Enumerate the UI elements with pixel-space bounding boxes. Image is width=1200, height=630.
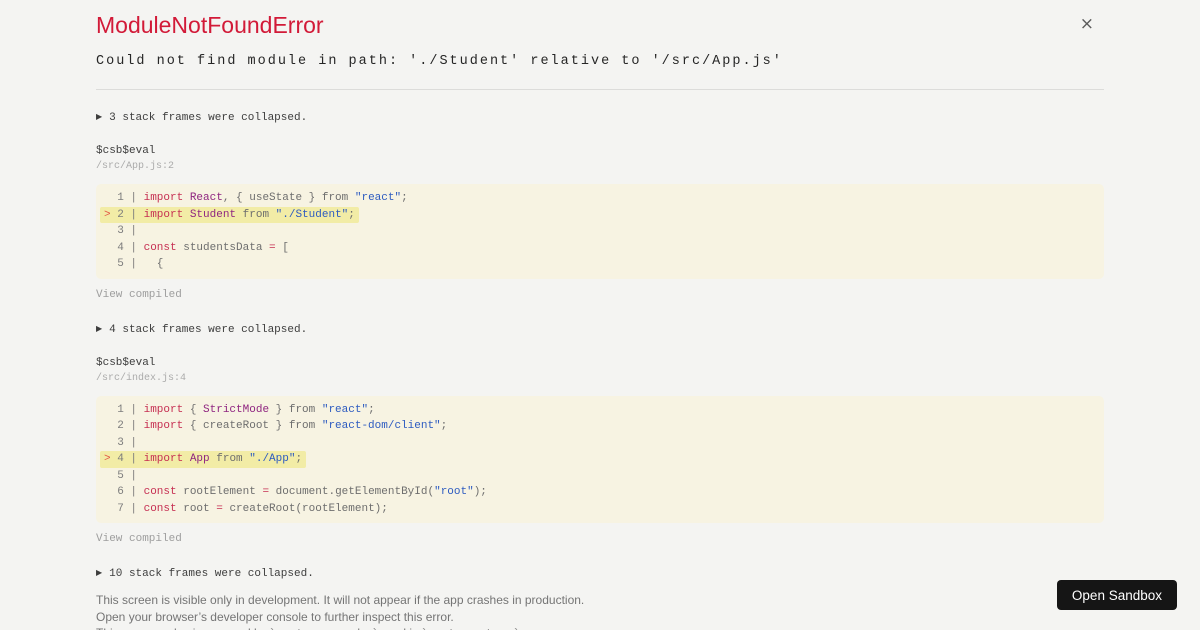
frame-location: /src/index.js:4 [96,372,187,384]
footer-note-development: This screen is visible only in developme… [96,593,585,607]
code-line-text: 4 | const studentsData = [ [104,241,289,254]
footer-note-overlay: This error overlay is powered by `react-… [96,625,996,630]
collapsed-frames-label: 3 stack frames were collapsed. [109,112,308,124]
code-line: 1 | import { StrictMode } from "react"; [104,402,1096,419]
frame-function: $csb$eval [96,356,156,369]
divider [96,89,1104,90]
error-message: Could not find module in path: './Studen… [96,54,783,69]
code-line: > 2 | import Student from "./Student"; [100,206,1096,223]
code-line-text: 3 | [104,436,138,449]
code-line: > 4 | import App from "./App"; [100,451,1096,468]
error-overlay: ModuleNotFoundError × Could not find mod… [0,0,1200,630]
collapsed-frames-toggle-1[interactable]: ▶ 3 stack frames were collapsed. [96,110,1104,125]
stack-frame-1: $csb$eval /src/App.js:2 1 | import React… [96,144,1104,302]
collapsed-frames-toggle-2[interactable]: ▶ 4 stack frames were collapsed. [96,322,1104,337]
code-frame: 1 | import { StrictMode } from "react"; … [96,395,1104,523]
code-line: 2 | import { createRoot } from "react-do… [104,418,1096,435]
expand-arrow-icon: ▶ [96,112,103,121]
close-button[interactable]: × [1080,16,1094,33]
code-line-text: 1 | import React, { useState } from "rea… [104,192,408,204]
frame-location: /src/App.js:2 [96,161,175,172]
code-line: 7 | const root = createRoot(rootElement)… [104,501,1096,518]
code-line: 4 | const studentsData = [ [104,240,1096,257]
collapsed-frames-label: 4 stack frames were collapsed. [109,323,308,336]
page-title: ModuleNotFoundError [96,12,324,38]
close-icon: × [1079,14,1094,34]
code-line: 5 | [104,468,1096,485]
code-line-text: 5 | { [104,258,164,270]
code-line: 1 | import React, { useState } from "rea… [104,190,1096,207]
expand-arrow-icon: ▶ [96,323,103,333]
frame-function: $csb$eval [96,145,156,157]
code-line-highlight: > 2 | import Student from "./Student"; [100,206,359,223]
code-line-text: 7 | const root = createRoot(rootElement)… [104,502,388,515]
view-compiled-link-1[interactable]: View compiled [96,288,182,302]
code-line-highlight: > 4 | import App from "./App"; [100,451,307,468]
code-line: 5 | { [104,256,1096,273]
code-line-text: 6 | const rootElement = document.getElem… [104,486,487,498]
code-frame: 1 | import React, { useState } from "rea… [96,184,1104,279]
footer-note-console: Open your browser’s developer console to… [96,609,454,624]
expand-arrow-icon: ▶ [96,568,103,577]
code-line: 6 | const rootElement = document.getElem… [104,484,1096,501]
code-line-text: 2 | import { createRoot } from "react-do… [104,420,448,432]
stack-frame-2: $csb$eval /src/index.js:4 1 | import { S… [96,356,1104,547]
code-line-text: 3 | [104,225,138,237]
code-line: 3 | [104,435,1096,452]
overlay-header: ModuleNotFoundError × [96,12,1104,38]
code-line: 3 | [104,223,1096,240]
code-line-text: 5 | [104,469,138,482]
collapsed-frames-label: 10 stack frames were collapsed. [109,568,314,580]
footer-notes: This screen is visible only in developme… [96,592,996,630]
view-compiled-link-2[interactable]: View compiled [96,532,182,546]
code-line-text: 1 | import { StrictMode } from "react"; [104,403,375,416]
open-sandbox-button[interactable]: Open Sandbox [1056,580,1177,610]
collapsed-frames-toggle-3[interactable]: ▶ 10 stack frames were collapsed. [96,566,1104,581]
